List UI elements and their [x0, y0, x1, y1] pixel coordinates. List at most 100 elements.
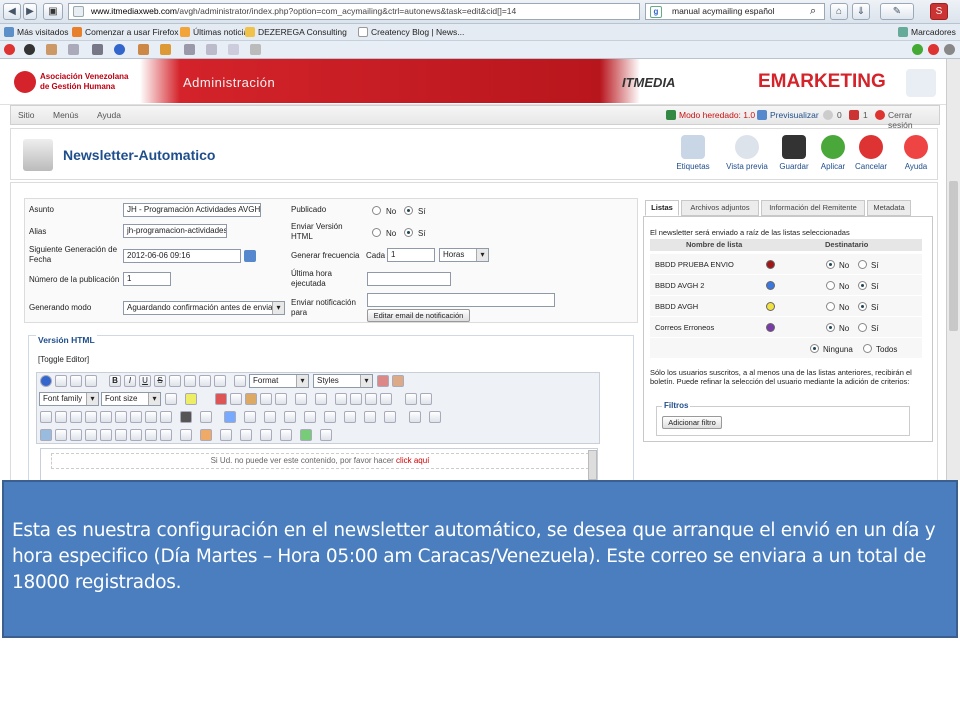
add-filter-button[interactable]: Adicionar filtro [662, 416, 722, 429]
menu-menus[interactable]: Menús [53, 110, 79, 120]
merge-cells-icon[interactable] [384, 411, 396, 423]
tools-icon[interactable] [206, 44, 217, 55]
table-icon[interactable] [224, 411, 236, 423]
template-icon[interactable] [100, 411, 112, 423]
ins-icon[interactable] [145, 429, 157, 441]
notify-edit-button[interactable]: Editar email de notificación [367, 309, 470, 322]
stop-icon[interactable] [4, 44, 15, 55]
addon-icon[interactable]: ✎ [880, 3, 914, 20]
hr-icon[interactable] [420, 393, 432, 405]
home-icon[interactable]: ⌂ [830, 3, 848, 20]
paste-icon[interactable] [245, 393, 257, 405]
absolute-icon[interactable] [220, 429, 232, 441]
next-gen-input[interactable]: 2012-06-06 09:16 [123, 249, 241, 263]
charmap-icon[interactable] [405, 393, 417, 405]
list-si-radio[interactable] [858, 323, 867, 332]
html-no-radio[interactable] [372, 228, 381, 237]
align-justify-icon[interactable] [214, 375, 226, 387]
format-select[interactable]: Format [249, 374, 309, 388]
align-right-icon[interactable] [199, 375, 211, 387]
visualaid-icon[interactable] [40, 429, 52, 441]
font-size-select[interactable]: Font size [101, 392, 161, 406]
indent-icon[interactable] [350, 393, 362, 405]
preview-link[interactable]: Previsualizar [770, 110, 819, 120]
row-props-icon[interactable] [244, 411, 256, 423]
underline-icon[interactable]: U [139, 375, 151, 387]
acronym-icon[interactable] [115, 429, 127, 441]
highlight-color-icon[interactable] [185, 393, 197, 405]
bookmark-3[interactable]: DEZEREGA Consulting [245, 26, 347, 39]
eraser-icon[interactable] [377, 375, 389, 387]
resize-icon[interactable] [184, 44, 195, 55]
published-si-radio[interactable] [404, 206, 413, 215]
outdent-icon[interactable] [335, 393, 347, 405]
bookmark-0[interactable]: Más visitados [4, 26, 69, 39]
highlight-icon[interactable] [160, 44, 171, 55]
quote-icon[interactable] [234, 375, 246, 387]
image-icon[interactable] [85, 411, 97, 423]
ltr-dir-icon[interactable] [409, 411, 421, 423]
media-icon[interactable] [70, 411, 82, 423]
toggle-editor-link[interactable]: [Toggle Editor] [38, 355, 89, 364]
addon-s-icon[interactable]: S [930, 3, 948, 20]
bold-icon[interactable]: B [109, 375, 121, 387]
calendar-icon[interactable] [244, 250, 256, 262]
abbr-icon[interactable] [100, 429, 112, 441]
insert-row-icon[interactable] [284, 411, 296, 423]
preview-doc-icon[interactable] [130, 411, 142, 423]
nonbreaking-icon[interactable] [180, 429, 192, 441]
numbered-list-icon[interactable] [315, 393, 327, 405]
preview-button[interactable]: Vista previa [725, 135, 769, 171]
fullscreen-icon[interactable] [145, 411, 157, 423]
tab-listas[interactable]: Listas [645, 200, 679, 216]
search-icon[interactable]: ⌕ [810, 5, 816, 18]
layer-icon[interactable] [200, 429, 212, 441]
logout-link[interactable]: Cerrar sesión [888, 110, 939, 130]
help-button[interactable]: Ayuda [901, 135, 931, 171]
list-si-radio[interactable] [858, 260, 867, 269]
url-bar[interactable]: www.itmediaxweb.com/avgh/administrator/i… [68, 3, 640, 20]
forward-button[interactable]: ▶ [23, 3, 37, 20]
redo-icon[interactable] [85, 375, 97, 387]
list-si-radio[interactable] [858, 281, 867, 290]
strike-icon[interactable]: S [154, 375, 166, 387]
tags-button[interactable]: Etiquetas [675, 135, 711, 171]
tab-adjuntos[interactable]: Archivos adjuntos [681, 200, 759, 216]
rtl-dir-icon[interactable] [429, 411, 441, 423]
gen-mode-select[interactable]: Aguardando confirmación antes de enviar [123, 301, 285, 315]
options-icon[interactable] [250, 44, 261, 55]
click-here-link[interactable]: click aquí [396, 456, 429, 465]
info-icon[interactable] [114, 44, 125, 55]
notify-input[interactable] [367, 293, 555, 307]
attribs-icon[interactable] [70, 429, 82, 441]
align-left-icon[interactable] [169, 375, 181, 387]
image-tool-icon[interactable] [92, 44, 103, 55]
all-radio[interactable] [863, 344, 872, 353]
text-color-icon[interactable] [165, 393, 177, 405]
undo-icon[interactable] [70, 375, 82, 387]
scrollbar-thumb[interactable] [949, 181, 958, 331]
list-si-radio[interactable] [858, 302, 867, 311]
list-no-radio[interactable] [826, 281, 835, 290]
help-circle-icon[interactable] [40, 375, 52, 387]
menu-ayuda[interactable]: Ayuda [97, 110, 121, 120]
user-icon[interactable] [24, 44, 35, 55]
site-identity-icon[interactable]: ▣ [43, 3, 63, 20]
cell-props-icon[interactable] [264, 411, 276, 423]
align-center-icon[interactable] [184, 375, 196, 387]
back-button[interactable]: ◀ [3, 3, 21, 20]
form-tool-icon[interactable] [138, 44, 149, 55]
font-family-select[interactable]: Font family [39, 392, 99, 406]
italic-icon[interactable]: I [124, 375, 136, 387]
move-forward-icon[interactable] [240, 429, 252, 441]
editor-scrollbar[interactable] [588, 450, 597, 480]
del-icon[interactable] [130, 429, 142, 441]
rtl-icon[interactable] [55, 411, 67, 423]
cut-icon[interactable] [215, 393, 227, 405]
cancel-button[interactable]: Cancelar [853, 135, 889, 171]
subscript-icon[interactable] [365, 393, 377, 405]
replace-icon[interactable] [200, 411, 212, 423]
binoculars-icon[interactable] [180, 411, 192, 423]
delete-col-icon[interactable] [344, 411, 356, 423]
list-no-radio[interactable] [826, 302, 835, 311]
